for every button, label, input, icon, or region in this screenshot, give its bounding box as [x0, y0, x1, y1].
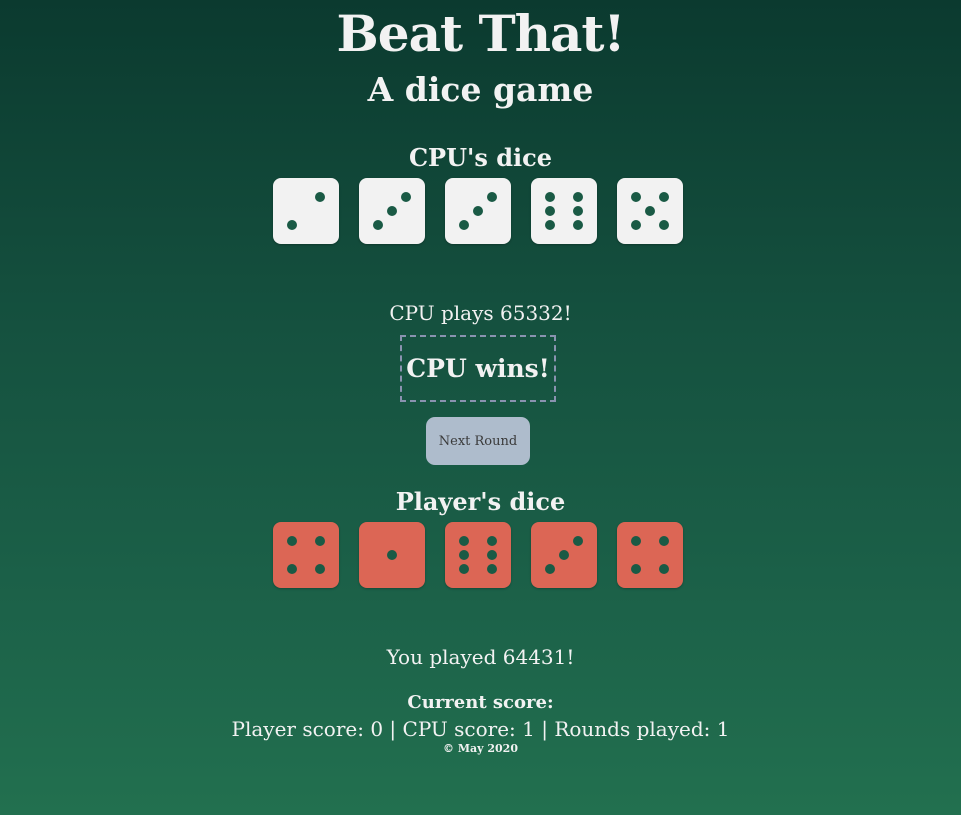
die-pip: [287, 220, 297, 230]
die-pip: [659, 536, 669, 546]
die-pip: [631, 220, 641, 230]
die-pip: [545, 192, 555, 202]
player-played-text: You played 64431!: [386, 645, 575, 669]
player-dice-title: Player's dice: [395, 487, 566, 516]
die-pip: [573, 220, 583, 230]
die-pip: [659, 192, 669, 202]
die-pip: [459, 536, 469, 546]
cpu-dice-title: CPU's dice: [408, 143, 553, 172]
player-die-2: [359, 522, 425, 588]
score-heading: Current score:: [407, 692, 554, 713]
die-pip: [387, 550, 397, 560]
result-text: CPU wins!: [406, 354, 550, 383]
die-pip: [487, 536, 497, 546]
die-pip: [573, 536, 583, 546]
die-pip: [487, 192, 497, 202]
die-pip: [287, 564, 297, 574]
die-pip: [545, 206, 555, 216]
player-die-1: [273, 522, 339, 588]
die-pip: [487, 550, 497, 560]
player-die-3: [445, 522, 511, 588]
die-pip: [659, 220, 669, 230]
score-line: Player score: 0 | CPU score: 1 | Rounds …: [231, 717, 730, 741]
die-pip: [631, 192, 641, 202]
cpu-die-2: [359, 178, 425, 244]
die-pip: [373, 220, 383, 230]
die-pip: [315, 192, 325, 202]
die-pip: [459, 550, 469, 560]
die-pip: [387, 206, 397, 216]
die-pip: [459, 564, 469, 574]
die-pip: [315, 536, 325, 546]
die-pip: [473, 206, 483, 216]
die-pip: [459, 220, 469, 230]
page-subtitle: A dice game: [367, 70, 594, 109]
player-die-4: [531, 522, 597, 588]
die-pip: [487, 564, 497, 574]
cpu-die-5: [617, 178, 683, 244]
player-dice-row: [273, 522, 683, 588]
die-pip: [545, 220, 555, 230]
footer-copyright: © May 2020: [443, 742, 518, 755]
die-pip: [545, 564, 555, 574]
die-pip: [401, 192, 411, 202]
cpu-plays-text: CPU plays 65332!: [389, 301, 572, 325]
page-title: Beat That!: [336, 4, 626, 63]
player-die-5: [617, 522, 683, 588]
die-pip: [573, 206, 583, 216]
die-pip: [573, 192, 583, 202]
result-box: CPU wins!: [400, 335, 556, 402]
die-pip: [659, 564, 669, 574]
die-pip: [287, 536, 297, 546]
die-pip: [645, 206, 655, 216]
cpu-die-1: [273, 178, 339, 244]
die-pip: [315, 564, 325, 574]
die-pip: [631, 564, 641, 574]
die-pip: [631, 536, 641, 546]
next-round-button[interactable]: Next Round: [426, 417, 530, 465]
cpu-die-3: [445, 178, 511, 244]
cpu-die-4: [531, 178, 597, 244]
cpu-dice-row: [273, 178, 683, 244]
die-pip: [559, 550, 569, 560]
